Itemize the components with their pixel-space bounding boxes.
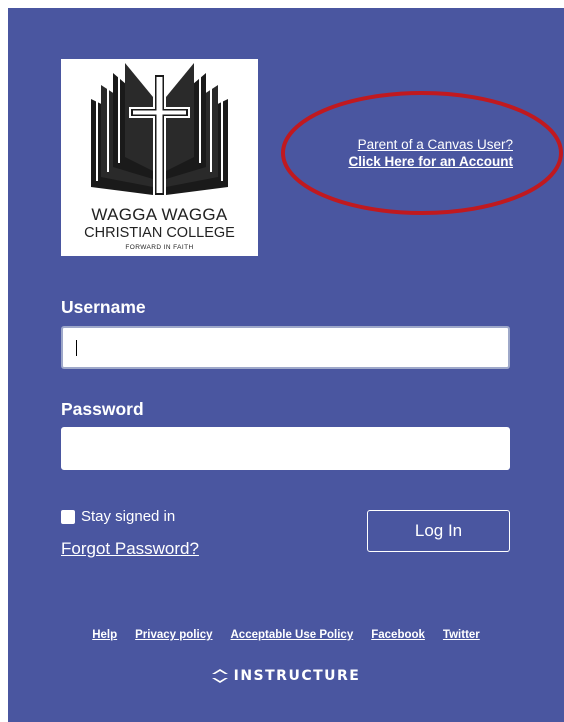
username-input[interactable]: [61, 326, 510, 369]
stay-signed-in-label: Stay signed in: [81, 508, 176, 525]
text-caret: [76, 340, 77, 356]
logo-text-line1: WAGGA WAGGA: [91, 205, 228, 224]
school-logo: WAGGA WAGGA CHRISTIAN COLLEGE FORWARD IN…: [61, 59, 258, 256]
instructure-wordmark: INSTRUCTURE: [233, 668, 361, 684]
password-input[interactable]: [61, 427, 510, 470]
footer-link-privacy[interactable]: Privacy policy: [135, 629, 212, 641]
footer-link-acceptable-use[interactable]: Acceptable Use Policy: [231, 629, 354, 641]
stay-signed-in-checkbox[interactable]: [61, 509, 75, 524]
book-cross-logo-icon: [91, 63, 228, 197]
logo-text-line3: FORWARD IN FAITH: [125, 244, 194, 251]
parent-link-line1: Parent of a Canvas User?: [357, 137, 513, 152]
login-panel: WAGGA WAGGA CHRISTIAN COLLEGE FORWARD IN…: [8, 8, 564, 722]
footer-links: Help Privacy policy Acceptable Use Polic…: [8, 629, 564, 641]
parent-link-line2: Click Here for an Account: [348, 154, 513, 169]
instructure-logo-icon: [211, 669, 228, 683]
footer-link-twitter[interactable]: Twitter: [443, 629, 480, 641]
username-label: Username: [61, 297, 146, 317]
footer-link-help[interactable]: Help: [92, 629, 117, 641]
login-button[interactable]: Log In: [367, 510, 510, 552]
parent-account-link[interactable]: Parent of a Canvas User? Click Here for …: [298, 136, 513, 170]
password-label: Password: [61, 399, 144, 419]
footer-link-facebook[interactable]: Facebook: [371, 629, 425, 641]
stay-signed-in[interactable]: Stay signed in: [61, 508, 175, 525]
instructure-brand: INSTRUCTURE: [8, 668, 564, 684]
logo-text-line2: CHRISTIAN COLLEGE: [84, 225, 235, 241]
forgot-password-link[interactable]: Forgot Password?: [61, 539, 199, 559]
